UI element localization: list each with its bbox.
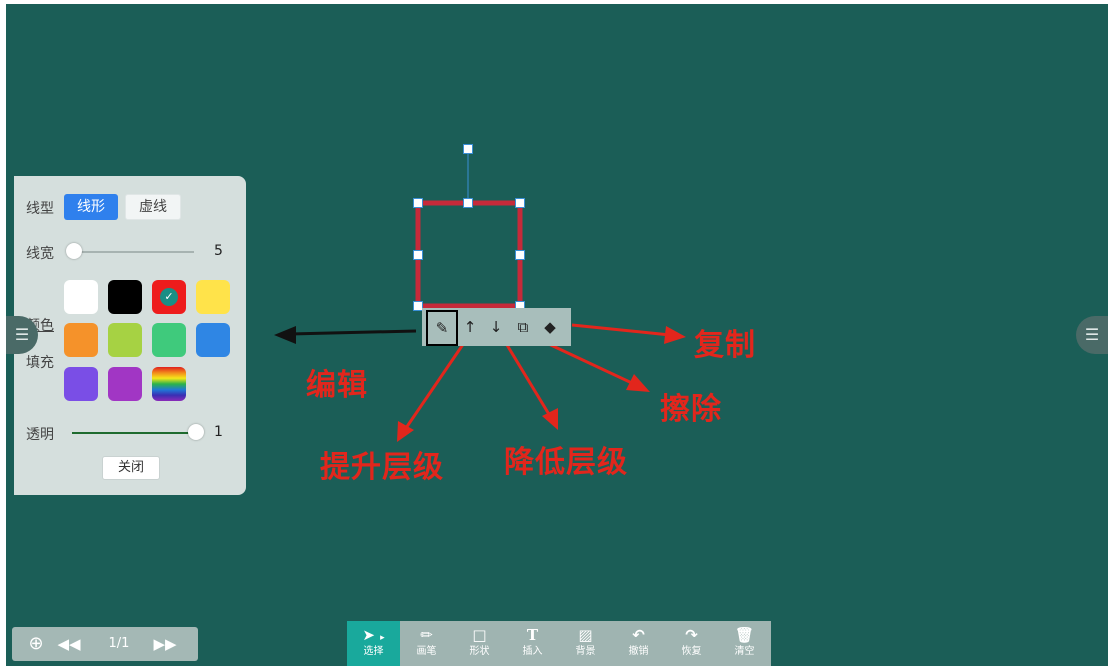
annotation-lower-layer: 降低层级	[504, 445, 628, 480]
lower-layer-button[interactable]: ↓	[485, 316, 507, 338]
fill-label: 填充	[26, 355, 54, 371]
line-type-label: 线型	[26, 201, 54, 217]
copy-icon: ⧉	[517, 318, 529, 336]
text-icon: T	[526, 626, 539, 644]
tool-select[interactable]: ➤ ▸ 选择	[347, 621, 400, 666]
add-page-button[interactable]: ⊕	[26, 634, 46, 654]
raise-layer-button[interactable]: ↑	[459, 316, 481, 338]
main-toolbar: ➤ ▸ 选择 ✏ 画笔 □ 形状 T 插入 ▨ 背景 ↶ 撤销 ↷ 恢复 🗑 清…	[347, 621, 771, 666]
fast-forward-icon: ▶▶	[153, 635, 177, 653]
tool-label: 选择	[363, 646, 384, 657]
swatch-white[interactable]	[64, 280, 98, 314]
tool-undo[interactable]: ↶ 撤销	[612, 621, 665, 666]
resize-handle[interactable]	[515, 250, 525, 260]
plus-circle-icon: ⊕	[28, 633, 44, 654]
shape-properties-panel: 线型 线形 虚线 线宽 5 颜色 填充 ✓ 透明 1 关闭	[14, 176, 246, 495]
erase-button[interactable]: ◆	[539, 316, 561, 338]
swatch-lime[interactable]	[108, 323, 142, 357]
page-indicator: 1/1	[108, 636, 130, 651]
close-panel-button[interactable]: 关闭	[102, 456, 160, 480]
arrow-up-icon: ↑	[463, 318, 477, 336]
annotation-edit: 编辑	[306, 368, 368, 403]
menu-icon: ☰	[14, 325, 30, 344]
rewind-icon: ◀◀	[57, 635, 81, 653]
swatch-red[interactable]: ✓	[152, 280, 186, 314]
swatch-yellow[interactable]	[196, 280, 230, 314]
cursor-icon: ➤ ▸	[362, 626, 385, 644]
resize-handle[interactable]	[463, 198, 473, 208]
tool-redo[interactable]: ↷ 恢复	[665, 621, 718, 666]
line-width-slider[interactable]	[72, 251, 194, 253]
resize-handle[interactable]	[413, 198, 423, 208]
swatch-rainbow[interactable]	[152, 367, 186, 401]
raise-layer-arrow	[397, 339, 468, 442]
copy-button[interactable]: ⧉	[512, 316, 534, 338]
tool-insert[interactable]: T 插入	[506, 621, 559, 666]
annotation-copy: 复制	[694, 328, 756, 363]
trash-icon: 🗑	[734, 626, 755, 644]
erase-arrow	[537, 337, 650, 392]
solid-line-button[interactable]: 线形	[64, 194, 118, 220]
check-icon: ✓	[160, 288, 178, 306]
undo-icon: ↶	[632, 626, 645, 644]
tool-background[interactable]: ▨ 背景	[559, 621, 612, 666]
next-page-button[interactable]: ▶▶	[152, 634, 178, 654]
tool-label: 撤销	[628, 646, 649, 657]
lower-layer-arrow	[502, 339, 558, 430]
previous-page-button[interactable]: ◀◀	[56, 634, 82, 654]
arrow-down-icon: ↓	[489, 318, 503, 336]
opacity-value: 1	[214, 424, 223, 440]
edit-icon: ✎	[435, 319, 449, 337]
redo-icon: ↷	[685, 626, 698, 644]
tool-shape[interactable]: □ 形状	[453, 621, 506, 666]
background-icon: ▨	[578, 626, 593, 644]
annotation-raise-layer: 提升层级	[320, 450, 444, 485]
line-width-knob[interactable]	[66, 243, 82, 259]
opacity-label: 透明	[26, 427, 54, 443]
tool-label: 形状	[469, 646, 490, 657]
swatch-indigo[interactable]	[64, 367, 98, 401]
swatch-orange[interactable]	[64, 323, 98, 357]
swatch-blue[interactable]	[196, 323, 230, 357]
shape-icon: □	[472, 626, 487, 644]
opacity-knob[interactable]	[188, 424, 204, 440]
tool-clear[interactable]: 🗑 清空	[718, 621, 771, 666]
tool-label: 插入	[522, 646, 543, 657]
opacity-slider[interactable]	[72, 432, 196, 434]
resize-handle[interactable]	[515, 198, 525, 208]
tool-pen[interactable]: ✏ 画笔	[400, 621, 453, 666]
edit-arrow	[274, 326, 417, 344]
copy-arrow	[571, 323, 686, 344]
eraser-icon: ◆	[544, 318, 556, 336]
swatch-green[interactable]	[152, 323, 186, 357]
resize-handle[interactable]	[413, 250, 423, 260]
tool-label: 恢复	[681, 646, 702, 657]
tool-label: 背景	[575, 646, 596, 657]
line-width-value: 5	[214, 243, 223, 259]
line-width-label: 线宽	[26, 246, 54, 262]
whiteboard-canvas[interactable]: 线型 线形 虚线 线宽 5 颜色 填充 ✓ 透明 1 关闭 ☰ ☰ ✎ ↑ ↓ …	[6, 4, 1108, 666]
page-navigator: ⊕ ◀◀ 1/1 ▶▶	[12, 627, 198, 661]
tool-label: 清空	[734, 646, 755, 657]
rectangle-shape	[415, 200, 523, 309]
annotation-erase: 擦除	[660, 392, 722, 427]
shape-context-toolbar: ✎ ↑ ↓ ⧉ ◆	[422, 308, 571, 346]
rotate-handle[interactable]	[463, 144, 473, 154]
swatch-purple[interactable]	[108, 367, 142, 401]
right-drawer-handle[interactable]: ☰	[1076, 316, 1108, 354]
dashed-line-button[interactable]: 虚线	[125, 194, 181, 220]
swatch-black[interactable]	[108, 280, 142, 314]
pen-icon: ✏	[420, 626, 433, 644]
tool-label: 画笔	[416, 646, 437, 657]
menu-icon: ☰	[1084, 325, 1100, 344]
edit-button[interactable]: ✎	[426, 310, 458, 346]
